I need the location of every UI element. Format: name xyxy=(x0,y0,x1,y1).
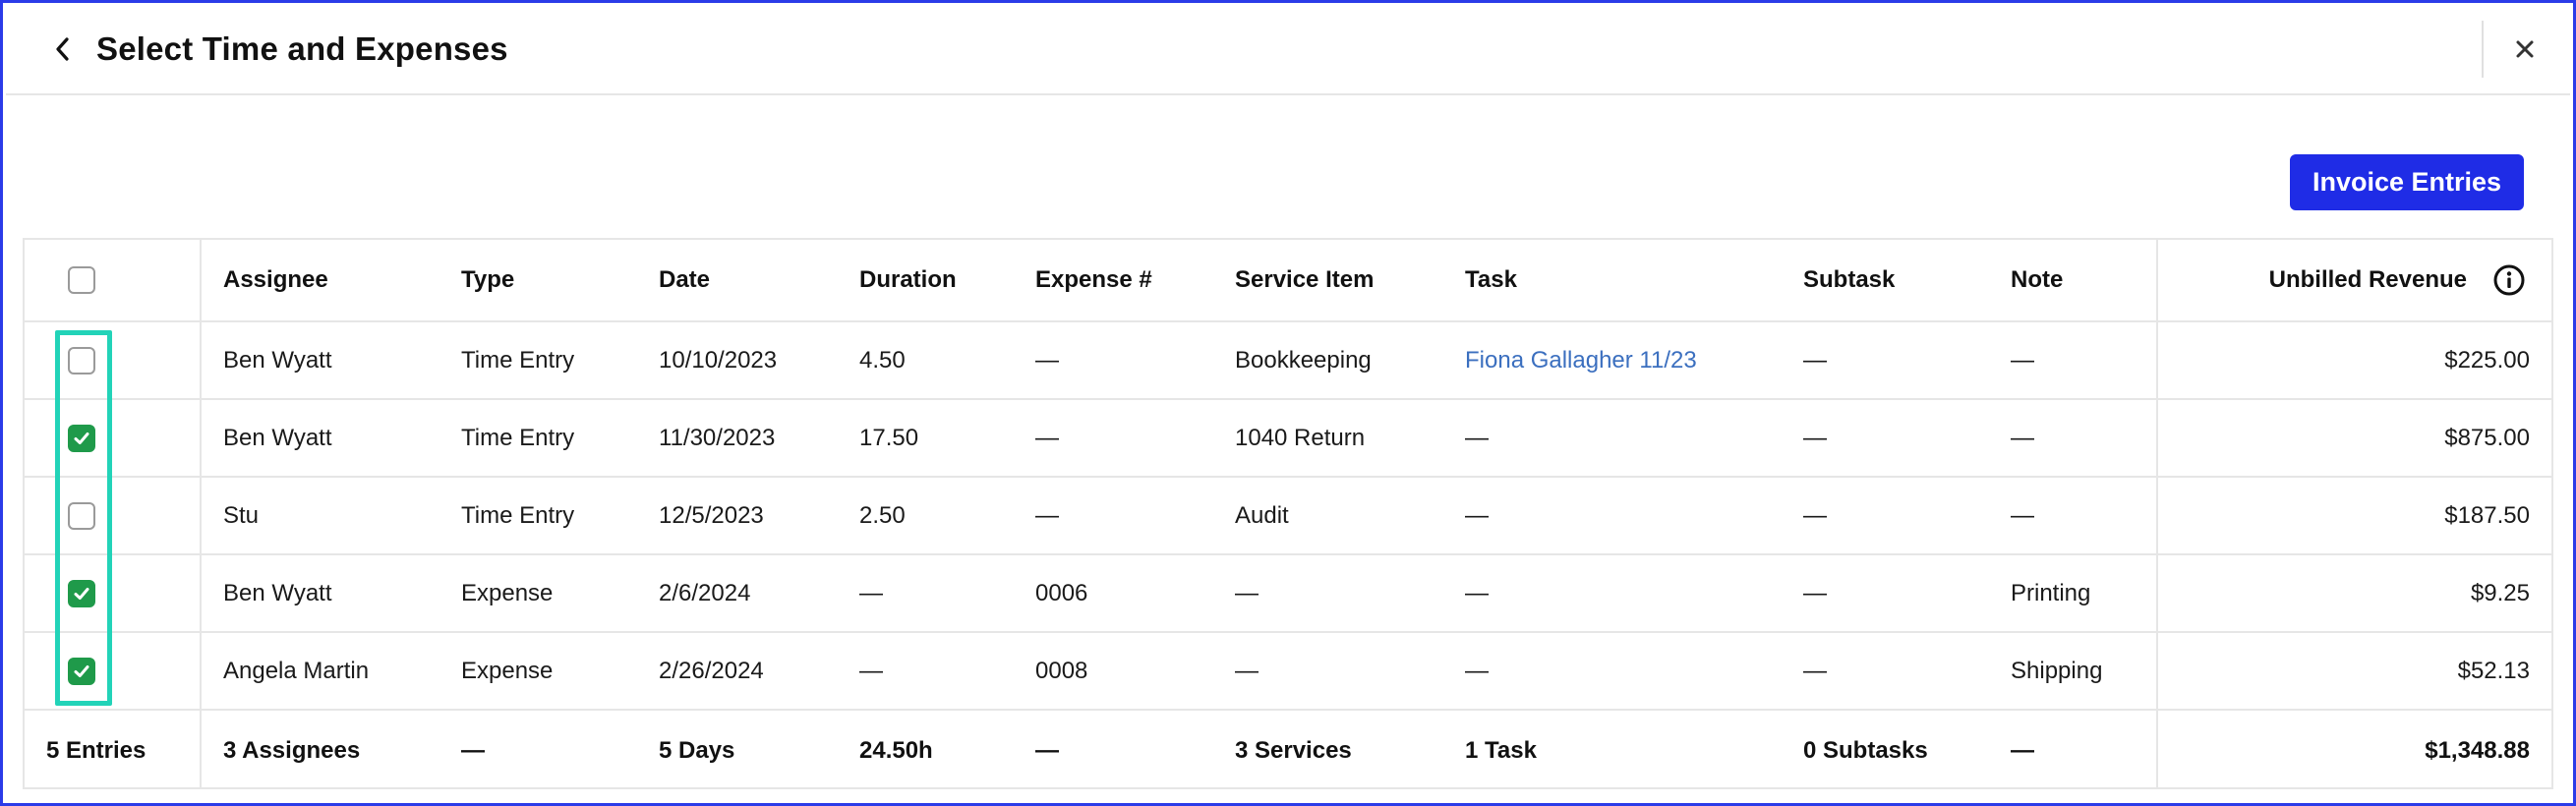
check-icon xyxy=(74,432,89,444)
close-icon xyxy=(2516,40,2534,58)
footer-tasks: 1 Task xyxy=(1465,737,1537,764)
info-icon xyxy=(2493,264,2525,296)
cell-duration: 4.50 xyxy=(859,346,906,374)
table-row[interactable]: Angela Martin Expense 2/26/2024 — 0008 — — — Shi… xyxy=(25,633,2551,711)
cell-subtask: — xyxy=(1803,346,1827,374)
column-header-task[interactable]: Task xyxy=(1465,240,1517,320)
cell-expense-number: — xyxy=(1035,424,1059,451)
cell-service-item: Audit xyxy=(1235,501,1289,529)
invoice-entries-button[interactable]: Invoice Entries xyxy=(2290,154,2524,210)
cell-date: 10/10/2023 xyxy=(659,346,778,374)
entries-table: Assignee Type Date Duration Expense # Se… xyxy=(23,238,2553,789)
footer-days: 5 Days xyxy=(659,737,735,764)
cell-type: Expense xyxy=(461,657,554,684)
cell-note: Printing xyxy=(2011,579,2091,606)
cell-type: Time Entry xyxy=(461,346,575,374)
column-header-unbilled-revenue[interactable]: Unbilled Revenue xyxy=(2269,240,2467,320)
column-header-date[interactable]: Date xyxy=(659,240,710,320)
footer-expense: — xyxy=(1035,737,1059,764)
cell-task: — xyxy=(1465,657,1489,684)
cell-unbilled-revenue: $9.25 xyxy=(2470,579,2530,606)
column-header-subtask[interactable]: Subtask xyxy=(1803,240,1895,320)
header-divider xyxy=(2482,21,2484,78)
cell-unbilled-revenue: $52.13 xyxy=(2457,657,2530,684)
cell-expense-number: — xyxy=(1035,501,1059,529)
cell-note: — xyxy=(2011,501,2034,529)
cell-note: — xyxy=(2011,424,2034,451)
footer-subtasks: 0 Subtasks xyxy=(1803,737,1928,764)
cell-expense-number: 0008 xyxy=(1035,657,1088,684)
cell-expense-number: 0006 xyxy=(1035,579,1088,606)
chevron-left-icon xyxy=(56,37,69,61)
cell-date: 2/6/2024 xyxy=(659,579,751,606)
row-checkbox[interactable] xyxy=(68,657,95,685)
select-all-checkbox[interactable] xyxy=(68,266,95,294)
page-title: Select Time and Expenses xyxy=(96,30,508,67)
close-button[interactable] xyxy=(2505,29,2545,69)
cell-service-item: Bookkeeping xyxy=(1235,346,1372,374)
cell-subtask: — xyxy=(1803,424,1827,451)
cell-type: Time Entry xyxy=(461,501,575,529)
table-row[interactable]: Ben Wyatt Time Entry 10/10/2023 4.50 — Bookke… xyxy=(25,322,2551,400)
cell-date: 2/26/2024 xyxy=(659,657,764,684)
cell-service-item: — xyxy=(1235,657,1259,684)
column-header-duration[interactable]: Duration xyxy=(859,240,957,320)
cell-expense-number: — xyxy=(1035,346,1059,374)
cell-assignee: Ben Wyatt xyxy=(223,424,332,451)
cell-unbilled-revenue: $875.00 xyxy=(2444,424,2530,451)
footer-assignees: 3 Assignees xyxy=(223,737,361,764)
cell-task: — xyxy=(1465,424,1489,451)
column-header-assignee[interactable]: Assignee xyxy=(223,240,328,320)
row-checkbox[interactable] xyxy=(68,579,95,607)
column-header-expense[interactable]: Expense # xyxy=(1035,240,1152,320)
cell-service-item: 1040 Return xyxy=(1235,424,1366,451)
cell-date: 12/5/2023 xyxy=(659,501,764,529)
footer-revenue-total: $1,348.88 xyxy=(2425,737,2530,764)
cell-assignee: Ben Wyatt xyxy=(223,346,332,374)
cell-type: Time Entry xyxy=(461,424,575,451)
check-icon xyxy=(74,664,89,677)
footer-note: — xyxy=(2011,737,2034,764)
cell-unbilled-revenue: $225.00 xyxy=(2444,346,2530,374)
row-checkbox[interactable] xyxy=(68,346,95,374)
table-footer-row: 5 Entries 3 Assignees — 5 Days 24.50h — … xyxy=(25,713,2551,789)
cell-duration: 17.50 xyxy=(859,424,919,451)
cell-duration: 2.50 xyxy=(859,501,906,529)
dialog: Select Time and Expenses Invoice Entries… xyxy=(0,0,2576,806)
cell-date: 11/30/2023 xyxy=(659,424,776,451)
row-checkbox[interactable] xyxy=(68,501,95,530)
table-row[interactable]: Ben Wyatt Time Entry 11/30/2023 17.50 — 1040 … xyxy=(25,400,2551,478)
cell-note: — xyxy=(2011,346,2034,374)
cell-duration: — xyxy=(859,657,883,684)
cell-unbilled-revenue: $187.50 xyxy=(2444,501,2530,529)
cell-task: — xyxy=(1465,579,1489,606)
cell-subtask: — xyxy=(1803,657,1827,684)
cell-assignee: Angela Martin xyxy=(223,657,370,684)
footer-services: 3 Services xyxy=(1235,737,1352,764)
column-header-note[interactable]: Note xyxy=(2011,240,2063,320)
column-header-service-item[interactable]: Service Item xyxy=(1235,240,1374,320)
cell-type: Expense xyxy=(461,579,554,606)
check-icon xyxy=(74,587,89,600)
footer-type: — xyxy=(461,737,485,764)
table-row[interactable]: Stu Time Entry 12/5/2023 2.50 — Audit — — — $187.… xyxy=(25,478,2551,555)
cell-duration: — xyxy=(859,579,883,606)
back-button[interactable] xyxy=(43,28,83,71)
row-checkbox[interactable] xyxy=(68,424,95,452)
dialog-header: Select Time and Expenses xyxy=(6,6,2570,95)
cell-assignee: Ben Wyatt xyxy=(223,579,332,606)
revenue-info-button[interactable] xyxy=(2492,240,2526,320)
footer-entries: 5 Entries xyxy=(46,737,146,764)
cell-subtask: — xyxy=(1803,501,1827,529)
table-row[interactable]: Ben Wyatt Expense 2/6/2024 — 0006 — — — Printing… xyxy=(25,555,2551,633)
cell-service-item: — xyxy=(1235,579,1259,606)
task-link[interactable]: Fiona Gallagher 11/23 xyxy=(1465,322,1697,398)
column-header-type[interactable]: Type xyxy=(461,240,514,320)
table-header-row: Assignee Type Date Duration Expense # Se… xyxy=(25,240,2551,322)
footer-duration: 24.50h xyxy=(859,737,933,764)
cell-subtask: — xyxy=(1803,579,1827,606)
cell-note: Shipping xyxy=(2011,657,2103,684)
cell-task: — xyxy=(1465,501,1489,529)
cell-assignee: Stu xyxy=(223,501,260,529)
